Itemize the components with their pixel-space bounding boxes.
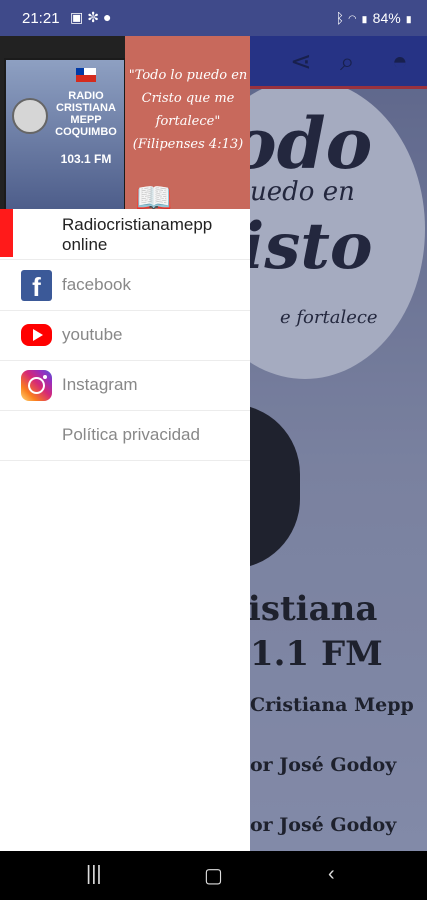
instagram-icon <box>21 370 52 401</box>
emblem-icon <box>12 98 48 134</box>
drawer-item-privacy[interactable]: Política privacidad <box>0 410 250 461</box>
drop-icon: ● <box>102 9 116 25</box>
wifi-icon: ◠ <box>348 10 357 26</box>
battery-text: 84% <box>372 10 401 26</box>
station-logo: RADIO CRISTIANA MEPP COQUIMBO 103.1 FM <box>4 58 126 209</box>
back-button[interactable]: ‹ <box>328 863 335 886</box>
drawer-scrim[interactable] <box>250 36 427 851</box>
image-icon: ▣ <box>70 9 88 25</box>
open-book-icon: 📖 <box>135 182 173 210</box>
recents-button[interactable]: ||| <box>86 863 102 886</box>
drawer-item-label: Política privacidad <box>62 425 200 444</box>
signal-icon: ▮ <box>360 10 369 26</box>
youtube-icon <box>21 324 52 346</box>
logo-line: CRISTIANA <box>56 102 116 114</box>
bluetooth-icon: ᛒ <box>335 10 345 26</box>
drawer-item-facebook[interactable]: f facebook <box>0 260 250 311</box>
drawer-item-label: Instagram <box>62 375 138 394</box>
facebook-icon: f <box>21 270 52 302</box>
drawer-item-radio-online[interactable]: Radiocristianamepp online <box>0 209 250 260</box>
logo-line: MEPP <box>70 114 102 126</box>
status-time: 21:21 <box>22 10 60 27</box>
header-verse-panel: "Todo lo puedo en Cristo que me fortalec… <box>125 36 250 209</box>
system-nav-bar: ||| ▢ ‹ <box>0 851 427 900</box>
drawer-item-instagram[interactable]: Instagram <box>0 360 250 411</box>
battery-icon: ▮ <box>404 10 413 26</box>
fan-icon: ✼ <box>87 9 103 25</box>
header-logo-panel: RADIO CRISTIANA MEPP COQUIMBO 103.1 FM <box>0 36 126 209</box>
drawer-header: RADIO CRISTIANA MEPP COQUIMBO 103.1 FM "… <box>0 36 250 209</box>
navigation-drawer: RADIO CRISTIANA MEPP COQUIMBO 103.1 FM "… <box>0 36 250 851</box>
logo-line: RADIO <box>68 90 104 102</box>
bible-verse: "Todo lo puedo en Cristo que me fortalec… <box>128 68 248 152</box>
active-indicator <box>0 209 13 257</box>
chile-flag-icon <box>76 68 96 82</box>
drawer-item-youtube[interactable]: youtube <box>0 310 250 361</box>
drawer-item-label: facebook <box>62 275 131 294</box>
home-button[interactable]: ▢ <box>204 863 223 888</box>
drawer-item-label: youtube <box>62 325 123 344</box>
logo-line: COQUIMBO <box>55 126 117 138</box>
system-icons: ᛒ ◠ ▮ 84% ▮ <box>336 10 413 26</box>
notification-icons: ▣✼● <box>70 9 115 26</box>
drawer-item-label: Radiocristianamepp online <box>62 215 213 254</box>
status-bar: 21:21 ▣✼● ᛒ ◠ ▮ 84% ▮ <box>0 0 427 36</box>
logo-text: RADIO CRISTIANA MEPP COQUIMBO <box>50 90 122 138</box>
logo-frequency: 103.1 FM <box>60 152 112 166</box>
